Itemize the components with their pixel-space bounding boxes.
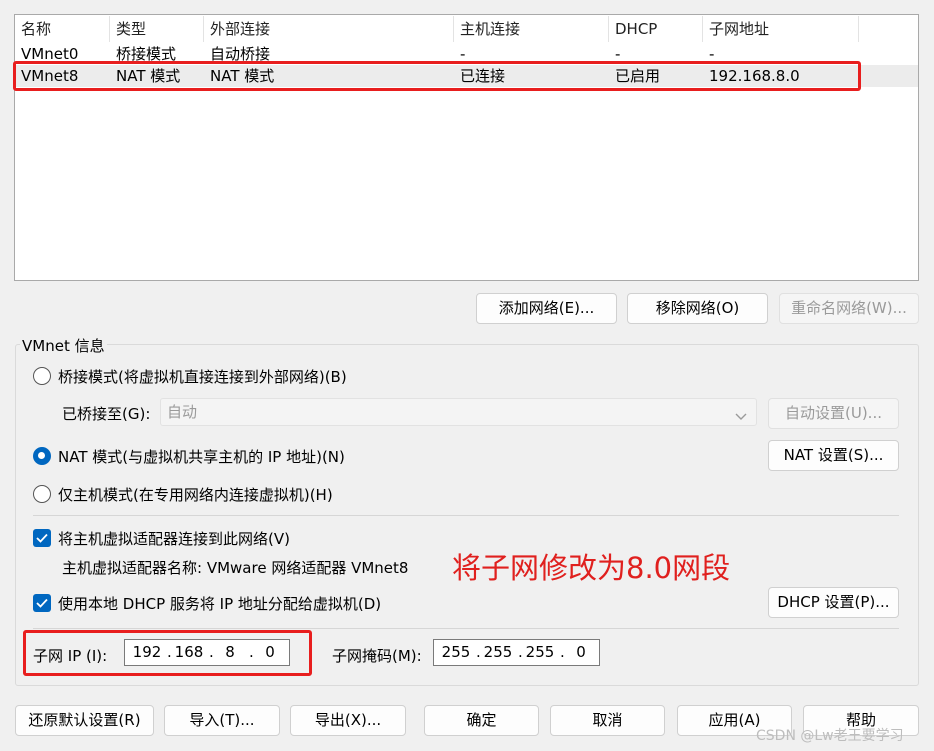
use-dhcp-checkbox[interactable] <box>33 594 51 612</box>
column-header-dhcp[interactable]: DHCP <box>609 16 703 42</box>
column-header-external-connection[interactable]: 外部连接 <box>204 16 454 42</box>
use-dhcp-label[interactable]: 使用本地 DHCP 服务将 IP 地址分配给虚拟机(D) <box>58 593 381 614</box>
chevron-down-icon <box>734 405 748 431</box>
bridged-to-value: 自动 <box>167 403 198 421</box>
subnet-mask-octet-4[interactable]: 0 <box>564 640 598 665</box>
bridged-mode-radio[interactable] <box>33 367 51 385</box>
column-header-subnet-address[interactable]: 子网地址 <box>703 16 859 42</box>
cancel-button[interactable]: 取消 <box>550 705 665 736</box>
subnet-mask-octet-3[interactable]: 255 <box>522 640 558 665</box>
host-only-mode-radio[interactable] <box>33 485 51 503</box>
ok-button[interactable]: 确定 <box>424 705 539 736</box>
subnet-mask-input[interactable]: 255 . 255 . 255 . 0 <box>433 639 600 666</box>
nat-mode-label[interactable]: NAT 模式(与虚拟机共享主机的 IP 地址)(N) <box>58 446 345 467</box>
checkmark-icon <box>36 533 48 543</box>
bridged-to-select[interactable]: 自动 <box>160 398 757 426</box>
nat-mode-radio[interactable] <box>33 447 51 465</box>
bridged-mode-label[interactable]: 桥接模式(将虚拟机直接连接到外部网络)(B) <box>58 366 347 387</box>
auto-settings-button[interactable]: 自动设置(U)... <box>768 398 899 429</box>
subnet-mask-octet-1[interactable]: 255 <box>438 640 474 665</box>
subnet-mask-label: 子网掩码(M): <box>332 647 422 665</box>
remove-network-button[interactable]: 移除网络(O) <box>627 293 768 324</box>
add-network-button[interactable]: 添加网络(E)... <box>476 293 617 324</box>
restore-defaults-button[interactable]: 还原默认设置(R) <box>15 705 154 736</box>
column-header-type[interactable]: 类型 <box>110 16 204 42</box>
annotation-text: 将子网修改为8.0网段 <box>452 551 731 585</box>
connect-adapter-label[interactable]: 将主机虚拟适配器连接到此网络(V) <box>58 528 290 549</box>
export-button[interactable]: 导出(X)... <box>290 705 406 736</box>
host-only-mode-label[interactable]: 仅主机模式(在专用网络内连接虚拟机)(H) <box>58 484 333 505</box>
connect-adapter-checkbox[interactable] <box>33 529 51 547</box>
adapter-name-text: 主机虚拟适配器名称: VMware 网络适配器 VMnet8 <box>62 559 409 577</box>
highlight-box-subnet-ip <box>23 630 312 676</box>
watermark-text: CSDN @Lw老王要学习 <box>756 728 904 744</box>
virtual-network-table[interactable]: 名称 类型 外部连接 主机连接 DHCP 子网地址 VMnet0 桥接模式 自动… <box>14 14 919 281</box>
rename-network-button[interactable]: 重命名网络(W)... <box>779 293 919 324</box>
vmnet-info-title: VMnet 信息 <box>20 335 107 356</box>
divider <box>33 628 899 629</box>
divider <box>33 515 899 516</box>
dhcp-settings-button[interactable]: DHCP 设置(P)... <box>768 587 899 618</box>
import-button[interactable]: 导入(T)... <box>164 705 280 736</box>
checkmark-icon <box>36 598 48 608</box>
bridged-to-label: 已桥接至(G): <box>62 405 151 423</box>
highlight-box-vmnet8-row <box>13 61 861 91</box>
column-header-name[interactable]: 名称 <box>15 16 110 42</box>
nat-settings-button[interactable]: NAT 设置(S)... <box>768 440 899 471</box>
column-header-host-connection[interactable]: 主机连接 <box>454 16 609 42</box>
subnet-mask-octet-2[interactable]: 255 <box>480 640 516 665</box>
